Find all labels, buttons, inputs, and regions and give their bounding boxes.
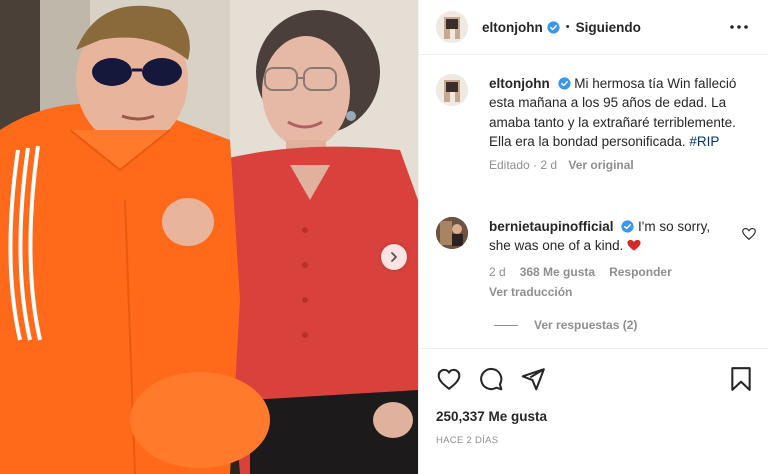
caption: eltonjohn Mi hermosa tía Win falleció es… [436,74,756,172]
verified-icon [547,20,560,34]
view-replies-label: Ver respuestas (2) [534,318,638,332]
author-username[interactable]: eltonjohn [482,20,543,35]
more-options-icon [730,25,748,29]
comment-text: bernietaupinofficial I'm so sorry, she w… [489,217,729,256]
comment: bernietaupinofficial I'm so sorry, she w… [436,217,768,299]
action-bar: 250,337 Me gusta HACE 2 DÍAS [419,348,768,474]
caption-username[interactable]: eltonjohn [489,76,550,91]
caption-text: eltonjohn Mi hermosa tía Win falleció es… [489,74,751,151]
avatar-image [436,217,468,249]
caption-avatar[interactable] [436,74,468,106]
separator-dot: • [565,21,570,33]
reply-button[interactable]: Responder [609,265,672,279]
commenter-username[interactable]: bernietaupinofficial [489,219,614,234]
see-original-link[interactable]: Ver original [568,158,633,172]
view-replies-button[interactable]: Ver respuestas (2) [494,318,637,332]
next-photo-button[interactable] [381,244,407,270]
post-header: eltonjohn • Siguiendo [419,0,768,55]
instagram-post: eltonjohn • Siguiendo eltonjohn Mi hermo… [0,0,768,474]
edited-timestamp: Editado · 2 d [489,158,558,173]
post-date: HACE 2 DÍAS [436,435,499,446]
comment-like-icon[interactable] [742,227,756,241]
see-translation-link[interactable]: Ver traducción [489,285,768,299]
more-options-button[interactable] [729,17,749,37]
avatar-image [436,11,468,43]
heart-icon[interactable] [436,366,462,392]
follow-status-button[interactable]: Siguiendo [576,20,641,35]
author-avatar[interactable] [436,11,468,43]
avatar-image [436,74,468,106]
replies-line [494,324,518,326]
hashtag-link[interactable]: #RIP [689,134,719,149]
caption-meta: Editado · 2 d Ver original [489,158,756,172]
comment-like-count[interactable]: 368 Me gusta [520,265,595,279]
photo-scene [0,0,418,474]
post-photo[interactable] [0,0,418,474]
post-panel: eltonjohn • Siguiendo eltonjohn Mi hermo… [418,0,768,474]
save-icon[interactable] [729,366,753,392]
post-like-count[interactable]: 250,337 Me gusta [436,409,547,424]
next-arrow-icon [391,252,397,262]
comment-meta: 2 d 368 Me gusta Responder [489,265,768,279]
commenter-avatar[interactable] [436,217,468,249]
comment-icon[interactable] [478,366,504,392]
verified-icon [557,77,571,90]
comment-age: 2 d [489,264,506,279]
verified-icon [621,220,634,233]
heart-emoji [627,240,641,252]
share-icon[interactable] [520,366,546,392]
